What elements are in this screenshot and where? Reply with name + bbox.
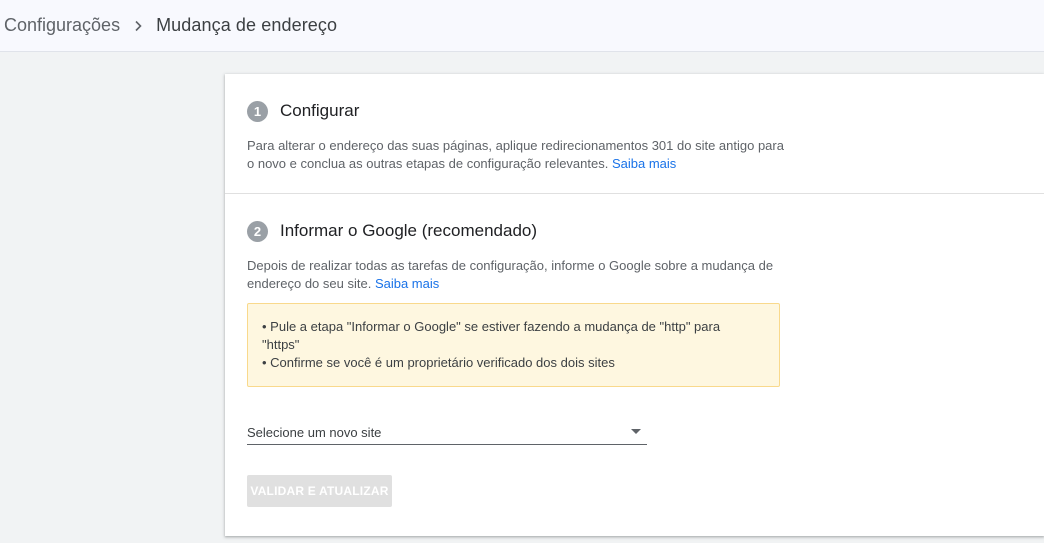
- step-2-description: Depois de realizar todas as tarefas de c…: [247, 257, 787, 293]
- step-1-description-text: Para alterar o endereço das suas páginas…: [247, 138, 784, 171]
- step-2-title: Informar o Google (recomendado): [280, 221, 538, 240]
- new-site-select[interactable]: Selecione um novo site: [247, 412, 647, 445]
- step-1-title: Configurar: [280, 101, 360, 120]
- new-site-select-label: Selecione um novo site: [247, 424, 382, 440]
- step-configure: 1 Configurar Para alterar o endereço das…: [247, 100, 787, 173]
- validate-and-update-button[interactable]: VALIDAR E ATUALIZAR: [247, 475, 392, 507]
- info-notice: • Pule a etapa "Informar o Google" se es…: [247, 303, 780, 387]
- step-1-badge: 1: [247, 100, 268, 122]
- notice-item: • Pule a etapa "Informar o Google" se es…: [262, 319, 721, 352]
- step-2-learn-more-link[interactable]: Saiba mais: [375, 276, 439, 291]
- change-of-address-card: 1 Configurar Para alterar o endereço das…: [225, 74, 1044, 536]
- section-divider: [225, 193, 1044, 194]
- step-1-learn-more-link[interactable]: Saiba mais: [612, 156, 676, 171]
- page-title: Mudança de endereço: [156, 15, 338, 35]
- arrow-drop-down-icon: [631, 428, 641, 434]
- chevron-right-icon: [120, 20, 156, 32]
- top-header: Configurações Mudança de endereço: [0, 0, 1044, 52]
- step-inform-google: 2 Informar o Google (recomendado) Depois…: [247, 220, 787, 293]
- step-2-badge: 2: [247, 220, 268, 242]
- step-2-description-text: Depois de realizar todas as tarefas de c…: [247, 258, 774, 291]
- notice-item: • Confirme se você é um proprietário ver…: [262, 355, 615, 370]
- breadcrumb-settings-link[interactable]: Configurações: [4, 15, 120, 36]
- step-1-description: Para alterar o endereço das suas páginas…: [247, 137, 787, 173]
